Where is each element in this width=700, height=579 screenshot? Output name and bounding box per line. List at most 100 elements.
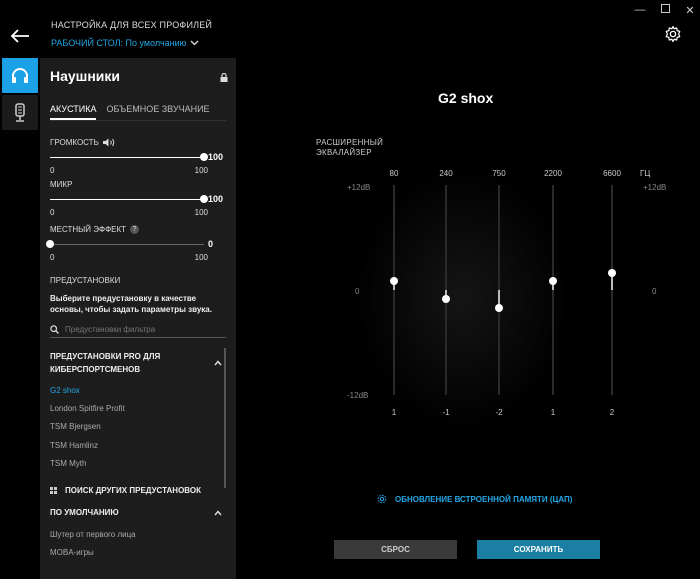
default-presets-heading[interactable]: ПО УМОЛЧАНИЮ — [50, 506, 226, 519]
presets-label: ПРЕДУСТАНОВКИ — [50, 276, 121, 285]
hz-label: ГЦ — [640, 169, 651, 178]
band-frequency-label: 750 — [492, 169, 506, 178]
tab-surround[interactable]: ОБЪЕМНОЕ ЗВУЧАНИЕ — [106, 104, 209, 120]
band-gain-label: -2 — [495, 408, 503, 417]
volume-value: 100 — [208, 152, 224, 162]
close-button[interactable]: ✕ — [680, 4, 700, 17]
pro-presets-heading[interactable]: ПРЕДУСТАНОВКИ PRO ДЛЯ КИБЕРСПОРТСМЕНОВ — [50, 350, 200, 376]
equalizer-title-line: РАСШИРЕННЫЙ — [316, 138, 384, 147]
sidetone-label-row: МЕСТНЫЙ ЭФФЕКТ ? — [50, 225, 140, 234]
slider-fill — [50, 199, 204, 200]
slider-thumb[interactable] — [46, 240, 54, 248]
db-top-right: +12dB — [643, 183, 667, 192]
volume-label-row: ГРОМКОСТЬ — [50, 138, 115, 147]
firmware-gear-icon — [377, 494, 387, 504]
db-mid-left: 0 — [355, 287, 360, 296]
search-icon — [50, 325, 59, 334]
firmware-update-link[interactable]: ОБНОВЛЕНИЕ ВСТРОЕННОЙ ПАМЯТИ (ЦАП) — [377, 494, 572, 504]
equalizer-title: РАСШИРЕННЫЙ ЭКВАЛАЙЗЕР — [316, 138, 383, 158]
sidetone-label: МЕСТНЫЙ ЭФФЕКТ — [50, 225, 127, 234]
db-top-left: +12dB — [347, 183, 371, 192]
band-thumb[interactable] — [608, 268, 616, 277]
slider-fill — [50, 157, 204, 158]
maximize-icon — [660, 4, 670, 13]
presets-description: Выберите предустановку в качестве основы… — [50, 294, 212, 314]
device-title: G2 shox — [438, 90, 494, 106]
settings-panel: Наушники АКУСТИКА ОБЪЕМНОЕ ЗВУЧАНИЕ ГРОМ… — [40, 58, 236, 579]
band-gain-label: -1 — [442, 408, 450, 417]
chevron-down-icon — [190, 40, 199, 46]
sidetone-value: 0 — [208, 239, 214, 249]
profile-selector[interactable]: РАБОЧИЙ СТОЛ: По умолчанию — [51, 38, 199, 48]
db-mid-right: 0 — [652, 287, 657, 296]
preset-scrollbar[interactable] — [224, 348, 226, 488]
panel-title: Наушники — [50, 68, 121, 84]
range-max: 100 — [194, 253, 208, 262]
tab-acoustics[interactable]: АКУСТИКА — [50, 104, 97, 120]
tabs-divider — [50, 120, 226, 121]
sidetone-slider[interactable] — [46, 240, 204, 249]
profile-label: РАБОЧИЙ СТОЛ: По умолчанию — [51, 38, 187, 48]
chevron-up-icon[interactable] — [214, 360, 222, 366]
slider-thumb[interactable] — [200, 153, 208, 161]
maximize-button[interactable] — [655, 4, 675, 16]
headset-icon — [12, 67, 28, 83]
range-max: 100 — [194, 208, 208, 217]
band-frequency-label: 6600 — [603, 169, 621, 178]
preset-item[interactable]: TSM Bjergsen — [50, 422, 101, 431]
back-icon[interactable] — [10, 28, 30, 44]
speaker-icon — [102, 138, 115, 147]
reset-button[interactable]: СБРОС — [334, 540, 457, 559]
preset-item[interactable]: TSM Myth — [50, 459, 86, 468]
band-gain-label: 2 — [609, 408, 615, 417]
db-bottom-left: -12dB — [347, 391, 369, 400]
band-thumb[interactable] — [442, 294, 450, 303]
range-min: 0 — [50, 253, 55, 262]
band-frequency-label: 240 — [439, 169, 453, 178]
help-icon[interactable]: ? — [130, 225, 140, 234]
slider-thumb[interactable] — [200, 195, 208, 203]
rail-headset-button[interactable] — [2, 58, 38, 93]
volume-slider[interactable] — [50, 153, 208, 162]
search-more-presets-button[interactable]: ПОИСК ДРУГИХ ПРЕДУСТАНОВОК — [50, 486, 201, 495]
mic-range: 0 100 — [50, 208, 208, 217]
preset-item[interactable]: TSM Hamlinz — [50, 441, 98, 450]
range-max: 100 — [194, 166, 208, 175]
band-track[interactable] — [552, 185, 554, 395]
mic-icon — [15, 102, 25, 122]
search-more-label: ПОИСК ДРУГИХ ПРЕДУСТАНОВОК — [65, 486, 201, 495]
mic-label: МИКР — [50, 180, 73, 189]
panel-tabs: АКУСТИКА ОБЪЕМНОЕ ЗВУЧАНИЕ — [50, 104, 210, 120]
device-rail — [0, 58, 38, 579]
lock-icon — [220, 73, 228, 82]
headset-image — [355, 165, 570, 430]
firmware-update-label: ОБНОВЛЕНИЕ ВСТРОЕННОЙ ПАМЯТИ (ЦАП) — [395, 494, 573, 504]
band-thumb[interactable] — [495, 303, 503, 312]
save-button[interactable]: СОХРАНИТЬ — [477, 540, 600, 559]
volume-range: 0 100 — [50, 166, 208, 175]
volume-label: ГРОМКОСТЬ — [50, 138, 99, 147]
range-min: 0 — [50, 208, 55, 217]
band-frequency-label: 80 — [389, 169, 399, 178]
gear-icon[interactable] — [664, 25, 682, 43]
mic-slider[interactable] — [50, 195, 208, 204]
band-track[interactable] — [393, 185, 395, 395]
band-gain-label: 1 — [391, 408, 397, 417]
rail-mic-button[interactable] — [2, 95, 38, 130]
chevron-up-icon[interactable] — [214, 510, 222, 516]
range-min: 0 — [50, 166, 55, 175]
preset-item[interactable]: G2 shox — [50, 386, 80, 395]
preset-search[interactable] — [50, 322, 226, 338]
band-gain-label: 1 — [550, 408, 556, 417]
band-frequency-label: 2200 — [544, 169, 562, 178]
preset-item[interactable]: London Spitfire Profit — [50, 404, 125, 413]
sidetone-range: 0 100 — [50, 253, 208, 262]
minimize-button[interactable]: — — [630, 4, 650, 16]
band-track[interactable] — [611, 185, 613, 395]
equalizer-title-line: ЭКВАЛАЙЗЕР — [316, 148, 372, 157]
mic-label-row: МИКР — [50, 180, 72, 189]
preset-item[interactable]: MOBA-игры — [50, 548, 94, 557]
preset-search-input[interactable] — [65, 325, 215, 334]
preset-item[interactable]: Шутер от первого лица — [50, 530, 136, 539]
profile-heading: НАСТРОЙКА ДЛЯ ВСЕХ ПРОФИЛЕЙ — [51, 20, 213, 30]
